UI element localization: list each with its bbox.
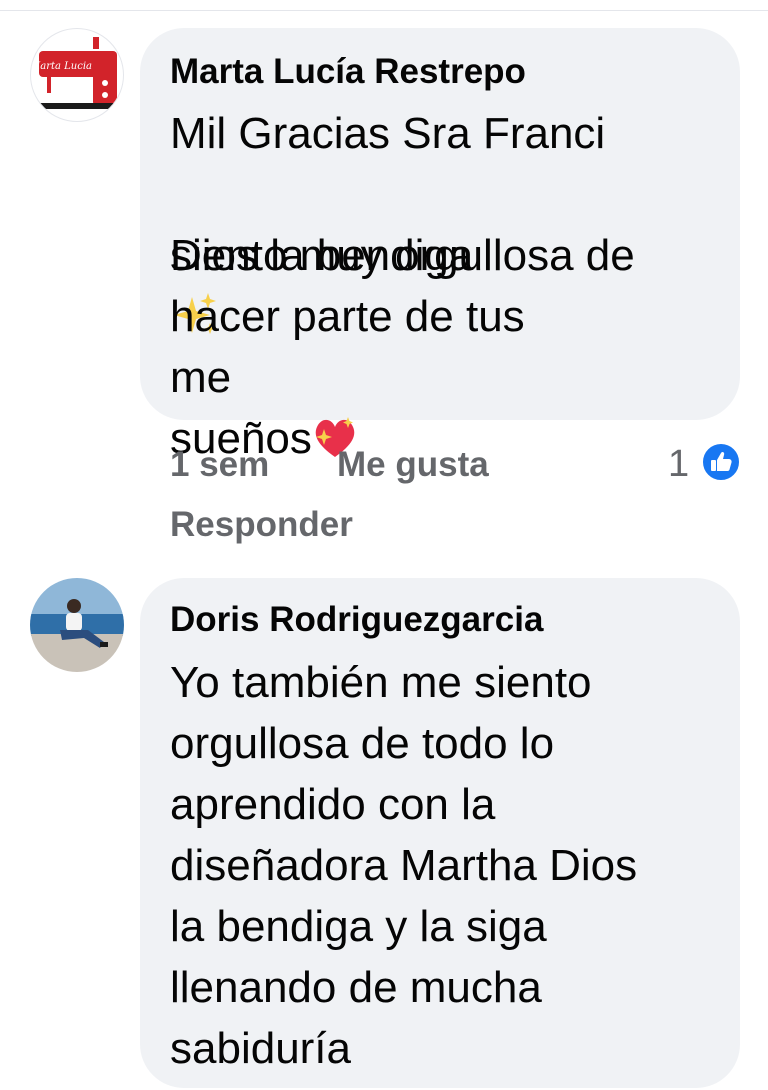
profile-photo-icon <box>30 578 124 672</box>
comment-text-line: sabiduría <box>170 1024 352 1073</box>
sewing-machine-logo-icon: Marta Lucia <box>31 37 119 109</box>
thumbs-up-icon[interactable] <box>701 442 741 482</box>
comment-text-line: la bendiga y la siga <box>170 902 547 951</box>
author-name[interactable]: Doris Rodriguezgarcia <box>170 600 543 640</box>
comment-text-line: Mil Gracias Sra Franci <box>170 109 606 158</box>
comment-text-line: Yo también me siento <box>170 658 592 707</box>
avatar[interactable]: Marta Lucia <box>30 28 124 122</box>
comment-text-line: orgullosa de todo lo <box>170 719 555 768</box>
comment-text-line: diseñadora Martha Dios <box>170 841 638 890</box>
author-name[interactable]: Marta Lucía Restrepo <box>170 52 526 92</box>
avatar[interactable] <box>30 578 124 672</box>
reaction-count[interactable]: 1 <box>668 443 689 486</box>
svg-text:Marta Lucia: Marta Lucia <box>31 61 92 72</box>
top-divider <box>0 0 768 11</box>
comment-timestamp[interactable]: 1 sem <box>170 445 269 485</box>
comment-text-line: siento muy orgullosa de <box>170 231 635 280</box>
comment-text-line: hacer parte de tus <box>170 292 525 341</box>
comment-text-line: aprendido con la <box>170 780 496 829</box>
comment-text-line: llenando de mucha <box>170 963 542 1012</box>
reply-button[interactable]: Responder <box>170 505 353 545</box>
thumbs-up-glyph <box>711 451 732 471</box>
like-button[interactable]: Me gusta <box>337 445 489 485</box>
